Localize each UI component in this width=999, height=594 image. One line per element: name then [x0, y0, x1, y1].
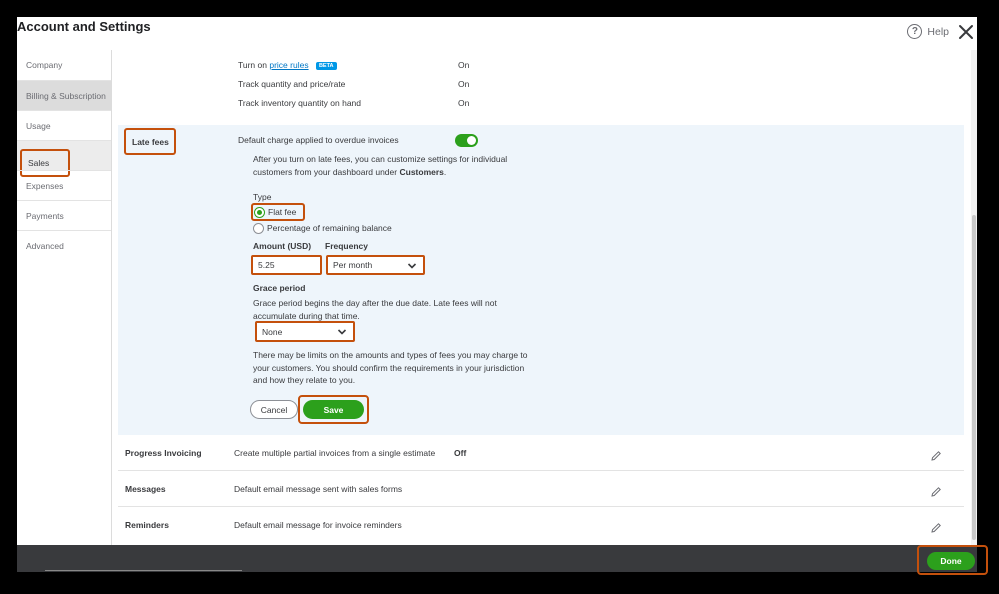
late-fees-toggle[interactable] — [455, 134, 478, 147]
sidebar-item-label: Payments — [26, 210, 64, 221]
scrollbar-thumb[interactable] — [972, 215, 976, 540]
price-rules-setting: Turn on price rules BETA — [238, 60, 337, 70]
reminders-row[interactable]: Reminders Default email message for invo… — [118, 507, 964, 543]
row-value: Off — [454, 448, 467, 458]
limits-line-3: and how they relate to you. — [253, 375, 356, 385]
amount-label: Amount (USD) — [253, 241, 312, 251]
grace-period-value: None — [262, 326, 283, 337]
help-button[interactable]: ? Help — [907, 24, 949, 39]
done-button-highlight: Done — [917, 545, 988, 575]
grace-line-1: Grace period begins the day after the du… — [253, 298, 497, 308]
sidebar-item-label: Usage — [26, 120, 51, 131]
sidebar-item-payments[interactable]: Payments — [17, 200, 111, 230]
row-name: Progress Invoicing — [125, 448, 202, 458]
page-title: Account and Settings — [17, 19, 151, 34]
late-fees-label: Late fees — [124, 128, 176, 155]
grace-period-info: Grace period begins the day after the du… — [253, 297, 497, 322]
sidebar-item-label: Expenses — [26, 180, 64, 191]
row-description: Default email message for invoice remind… — [234, 520, 402, 530]
amount-input[interactable]: 5.25 — [251, 255, 322, 275]
price-rules-value: On — [458, 60, 470, 70]
sidebar-item-label: Company — [26, 60, 63, 70]
content-scrollbar[interactable] — [971, 50, 977, 545]
frequency-select[interactable]: Per month — [326, 255, 425, 275]
done-button[interactable]: Done — [927, 552, 975, 570]
close-icon[interactable] — [957, 23, 975, 41]
percentage-option[interactable]: Percentage of remaining balance — [253, 222, 433, 236]
sidebar-item-usage[interactable]: Usage — [17, 110, 111, 140]
frequency-value: Per month — [333, 260, 373, 270]
track-qty-value: On — [458, 79, 470, 89]
fee-limits-info: There may be limits on the amounts and t… — [253, 349, 528, 387]
track-inventory-value: On — [458, 98, 470, 108]
flat-fee-radio[interactable] — [254, 207, 265, 218]
row-description: Create multiple partial invoices from a … — [234, 448, 436, 458]
pencil-icon[interactable] — [930, 522, 942, 534]
frequency-label: Frequency — [325, 241, 368, 251]
settings-window: Account and Settings ? Help Company Bill… — [17, 17, 977, 572]
flat-fee-label: Flat fee — [268, 207, 297, 217]
track-qty-label: Track quantity and price/rate — [238, 79, 346, 89]
flat-fee-option[interactable]: Flat fee — [251, 203, 305, 221]
grace-period-label: Grace period — [253, 283, 306, 293]
sidebar-item-billing[interactable]: Billing & Subscription — [17, 80, 111, 110]
sidebar-item-advanced[interactable]: Advanced — [17, 230, 111, 260]
limits-line-1: There may be limits on the amounts and t… — [253, 350, 528, 360]
settings-sidebar: Company Billing & Subscription Usage Sal… — [17, 50, 112, 545]
info-line-1: After you turn on late fees, you can cus… — [253, 154, 508, 164]
grace-period-select[interactable]: None — [255, 321, 355, 342]
help-icon: ? — [907, 24, 923, 39]
pencil-icon[interactable] — [930, 486, 942, 498]
percentage-label: Percentage of remaining balance — [267, 223, 392, 233]
late-fees-info: After you turn on late fees, you can cus… — [253, 153, 507, 178]
cancel-button[interactable]: Cancel — [250, 400, 298, 419]
row-name: Messages — [125, 484, 166, 494]
progress-invoicing-row[interactable]: Progress Invoicing Create multiple parti… — [118, 435, 964, 471]
save-button[interactable]: Save — [303, 400, 364, 419]
sidebar-item-label: Billing & Subscription — [26, 90, 106, 101]
help-label: Help — [927, 25, 949, 38]
save-button-highlight: Save — [298, 395, 369, 424]
info-line-2: customers from your dashboard under Cust… — [253, 166, 507, 179]
messages-row[interactable]: Messages Default email message sent with… — [118, 471, 964, 507]
row-name: Reminders — [125, 520, 169, 530]
customers-bold-text: Customers — [399, 166, 444, 177]
footer-bar — [17, 545, 977, 572]
info-line-2-prefix: customers from your dashboard under — [253, 166, 398, 177]
limits-line-2: your customers. You should confirm the r… — [253, 362, 525, 373]
beta-badge: BETA — [315, 61, 337, 70]
chevron-down-icon — [407, 263, 417, 269]
late-fees-description: Default charge applied to overdue invoic… — [238, 135, 399, 145]
sidebar-item-company[interactable]: Company — [17, 50, 111, 80]
row-description: Default email message sent with sales fo… — [234, 484, 403, 494]
chevron-down-icon — [337, 329, 347, 335]
type-label: Type — [253, 192, 272, 202]
track-inventory-label: Track inventory quantity on hand — [238, 98, 362, 108]
pencil-icon[interactable] — [930, 450, 942, 462]
toggle-knob — [467, 136, 476, 145]
settings-content[interactable]: Turn on price rules BETA On Track quanti… — [112, 50, 977, 545]
sidebar-item-sales[interactable]: Sales — [17, 140, 111, 177]
footer-divider — [45, 570, 242, 571]
sidebar-item-expenses[interactable]: Expenses — [17, 170, 111, 200]
info-line-2-suffix: . — [443, 166, 447, 177]
price-rules-prefix: Turn on — [238, 60, 267, 70]
late-fees-section: Late fees Default charge applied to over… — [118, 125, 964, 435]
price-rules-link[interactable]: price rules — [269, 60, 308, 70]
percentage-radio[interactable] — [253, 223, 264, 234]
sidebar-item-label: Advanced — [26, 240, 64, 251]
